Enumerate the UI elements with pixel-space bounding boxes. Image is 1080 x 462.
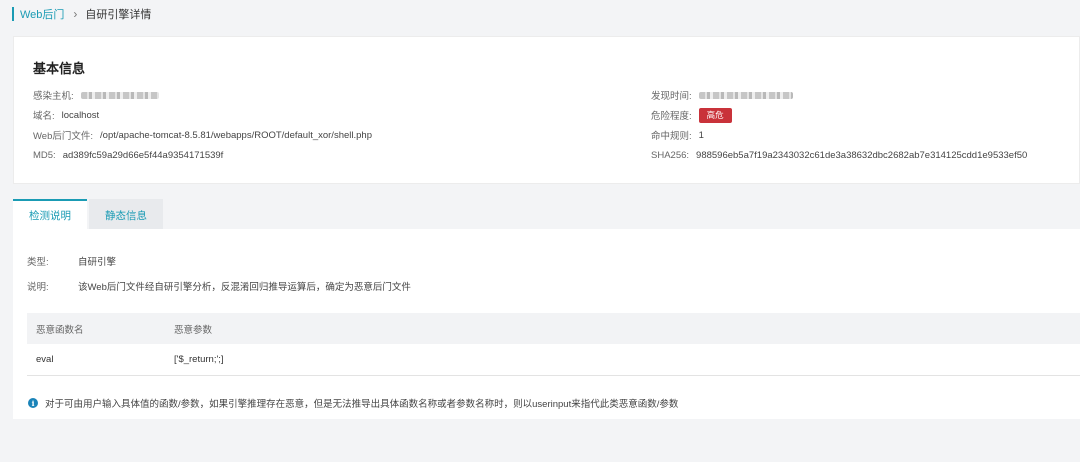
header-malicious-params: 恶意参数: [174, 324, 213, 336]
detail-tabs: 检测说明 静态信息: [13, 199, 165, 229]
sha256-value: 988596eb5a7f19a2343032c61de3a38632dbc268…: [696, 149, 1028, 161]
hit-rules-label: 命中规则:: [651, 131, 692, 142]
detection-desc-label: 说明:: [27, 282, 49, 293]
basic-info-panel: 基本信息 感染主机: 域名: localhost Web后门文件: /opt/a…: [13, 36, 1080, 184]
domain-label: 域名:: [33, 111, 55, 122]
sha256-field: SHA256: 988596eb5a7f19a2343032c61de3a386…: [651, 148, 1027, 162]
detection-desc-row: 说明: 该Web后门文件经自研引擎分析，反混淆回归推导运算后，确定为恶意后门文件: [27, 279, 411, 293]
info-note-text: 对于可由用户输入具体值的函数/参数，如果引擎推理存在恶意，但是无法推导出具体函数…: [45, 399, 679, 410]
tab-static-info[interactable]: 静态信息: [89, 199, 163, 229]
detection-desc-value: 该Web后门文件经自研引擎分析，反混淆回归推导运算后，确定为恶意后门文件: [78, 282, 411, 293]
table-header: 恶意函数名 恶意参数: [27, 313, 1080, 344]
info-note: i 对于可由用户输入具体值的函数/参数，如果引擎推理存在恶意，但是无法推导出具体…: [28, 396, 678, 410]
breadcrumb-root-link[interactable]: Web后门: [20, 6, 64, 22]
infected-host-field: 感染主机:: [33, 88, 159, 102]
info-icon: i: [28, 398, 38, 408]
breadcrumb-current: 自研引擎详情: [85, 9, 152, 21]
malicious-function-table: 恶意函数名 恶意参数 eval ['$_return;';]: [27, 313, 1080, 376]
backdoor-file-value: /opt/apache-tomcat-8.5.81/webapps/ROOT/d…: [100, 129, 372, 141]
discovery-time-redacted: [698, 91, 793, 99]
breadcrumb-accent-bar: [12, 7, 14, 21]
risk-level-field: 危险程度: 高危: [651, 107, 732, 123]
md5-label: MD5:: [33, 149, 56, 161]
detection-type-row: 类型: 自研引擎: [27, 254, 116, 268]
table-row: eval ['$_return;';]: [27, 344, 1080, 376]
domain-field: 域名: localhost: [33, 108, 100, 123]
hit-rules-value: 1: [698, 129, 704, 141]
md5-value: ad389fc59a29d66e5f44a9354171539f: [62, 149, 224, 161]
basic-info-title: 基本信息: [33, 61, 86, 76]
detection-type-label: 类型:: [27, 257, 49, 268]
header-function-name: 恶意函数名: [36, 324, 84, 336]
cell-function-name: eval: [36, 354, 54, 365]
infected-host-label: 感染主机:: [33, 91, 74, 102]
tab-detection[interactable]: 检测说明: [13, 199, 87, 229]
domain-value: localhost: [61, 109, 100, 121]
backdoor-file-field: Web后门文件: /opt/apache-tomcat-8.5.81/webap…: [33, 128, 372, 143]
backdoor-file-label: Web后门文件:: [33, 131, 94, 142]
risk-level-badge: 高危: [698, 107, 732, 123]
breadcrumb: Web后门 › 自研引擎详情: [0, 0, 1080, 28]
risk-level-label: 危险程度:: [651, 111, 692, 122]
chevron-right-icon: ›: [73, 7, 78, 21]
infected-host-redacted: [80, 91, 159, 99]
detection-type-value: 自研引擎: [78, 257, 117, 268]
md5-field: MD5: ad389fc59a29d66e5f44a9354171539f: [33, 148, 223, 162]
discovery-time-field: 发现时间:: [651, 88, 793, 102]
sha256-label: SHA256:: [651, 149, 690, 161]
hit-rules-field: 命中规则: 1: [651, 128, 704, 143]
cell-malicious-params: ['$_return;';]: [174, 354, 224, 365]
discovery-time-label: 发现时间:: [651, 91, 692, 102]
